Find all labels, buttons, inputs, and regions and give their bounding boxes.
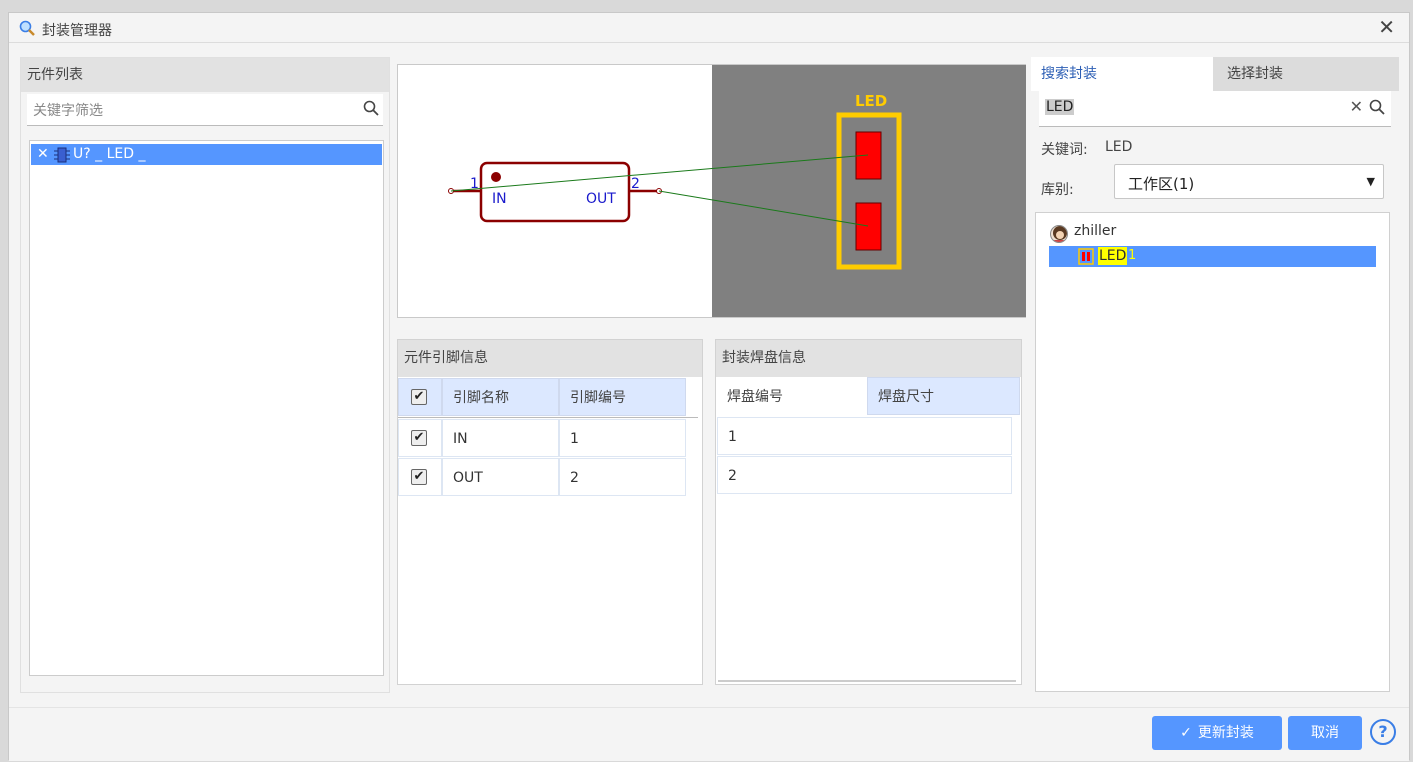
- divider: [398, 417, 698, 418]
- pin2-number: 2: [631, 176, 640, 192]
- library-selected-value: 工作区(1): [1128, 175, 1195, 193]
- pin-info-header: 元件引脚信息: [398, 340, 702, 377]
- column-header[interactable]: 焊盘尺寸: [867, 377, 1020, 415]
- user-avatar: [1050, 225, 1068, 243]
- pad-info-header: 封装焊盘信息: [716, 340, 1021, 377]
- search-value: LED: [1045, 99, 1075, 115]
- update-label: 更新封装: [1197, 725, 1254, 741]
- scrollbar[interactable]: [718, 680, 1016, 682]
- footprint-tree: zhiller LED 1: [1035, 212, 1390, 692]
- tab-select-footprint[interactable]: 选择封装: [1213, 57, 1399, 91]
- pin-name-cell: IN: [442, 419, 559, 457]
- search-icon[interactable]: [363, 100, 379, 116]
- check-icon: ✓: [1180, 725, 1192, 741]
- help-icon[interactable]: ?: [1370, 719, 1396, 745]
- pin-number-cell: 1: [559, 419, 686, 457]
- library-label: 库别:: [1041, 182, 1074, 198]
- cancel-button[interactable]: 取消: [1288, 716, 1362, 750]
- tab-search-footprint[interactable]: 搜索封装: [1031, 57, 1213, 91]
- footprint-suffix: 1: [1128, 248, 1137, 263]
- component-label: U? _ LED _: [73, 146, 146, 162]
- component-list-header: 元件列表: [21, 58, 389, 92]
- select-all-cell: ✔: [398, 378, 442, 416]
- filter-placeholder: 关键字筛选: [33, 103, 103, 119]
- pad-info-panel: 封装焊盘信息 焊盘编号 焊盘尺寸 1 2: [715, 339, 1022, 685]
- footprint-search-panel: 搜索封装 选择封装 LED ✕ 关键词: LED 库别: 工作区(1) ▼ zh…: [1031, 57, 1399, 693]
- pad-number-cell: 2: [717, 456, 1012, 494]
- footprint-search-input[interactable]: LED ✕: [1039, 91, 1391, 127]
- component-list: ✕ U? _ LED _: [29, 140, 384, 676]
- search-icon[interactable]: [1369, 99, 1385, 115]
- select-all-checkbox[interactable]: ✔: [411, 389, 427, 405]
- title-bar: 封装管理器 ✕: [9, 13, 1409, 43]
- column-header[interactable]: 焊盘编号: [716, 377, 867, 415]
- chevron-down-icon: ▼: [1366, 175, 1375, 188]
- clear-icon[interactable]: ✕: [1350, 97, 1363, 116]
- pin1-marker: [491, 172, 501, 182]
- footprint-icon: [1078, 248, 1094, 265]
- pin-name-cell: OUT: [442, 458, 559, 496]
- keyword-filter-input[interactable]: 关键字筛选: [27, 94, 383, 126]
- pad-number-cell: 1: [717, 417, 1012, 455]
- preview-drawing: 1 2 IN OUT LED: [448, 92, 902, 270]
- tree-footprint-item[interactable]: LED 1: [1049, 246, 1376, 267]
- row-checkbox[interactable]: ✔: [411, 469, 427, 485]
- preview-canvas: 1 2 IN OUT LED: [397, 64, 1026, 318]
- remove-icon[interactable]: ✕: [37, 144, 49, 165]
- library-select[interactable]: 工作区(1) ▼: [1114, 164, 1384, 199]
- row-checkbox[interactable]: ✔: [411, 430, 427, 446]
- component-icon: [54, 147, 70, 163]
- footprint-name: LED: [1098, 247, 1128, 265]
- pin-info-panel: 元件引脚信息 ✔ 引脚名称 引脚编号 ✔ IN 1 ✔ OUT 2: [397, 339, 703, 685]
- update-footprint-button[interactable]: ✓ 更新封装: [1152, 716, 1282, 750]
- window-title: 封装管理器: [42, 23, 112, 39]
- pad-2: [855, 202, 882, 251]
- silk-label: LED: [855, 92, 887, 110]
- close-icon[interactable]: ✕: [1378, 17, 1395, 37]
- dialog-footer: ✓ 更新封装 取消 ?: [9, 707, 1409, 761]
- list-item[interactable]: ✕ U? _ LED _: [31, 144, 382, 165]
- footprint-manager-dialog: 封装管理器 ✕ 元件列表 关键字筛选 ✕ U? _ LED _ 1 2 IN O…: [8, 12, 1410, 761]
- table-row: ✔: [398, 419, 442, 457]
- component-list-panel: 元件列表 关键字筛选 ✕ U? _ LED _: [20, 57, 390, 693]
- pin1-name: IN: [492, 191, 507, 207]
- keyword-value: LED: [1105, 139, 1133, 155]
- pin2-name: OUT: [586, 191, 616, 207]
- column-header[interactable]: 引脚编号: [559, 378, 686, 416]
- pin-number-cell: 2: [559, 458, 686, 496]
- column-header[interactable]: 引脚名称: [442, 378, 559, 416]
- magnifier-icon: [19, 20, 35, 36]
- keyword-label: 关键词:: [1041, 142, 1088, 158]
- tree-user-name[interactable]: zhiller: [1074, 223, 1116, 239]
- table-row: ✔: [398, 458, 442, 496]
